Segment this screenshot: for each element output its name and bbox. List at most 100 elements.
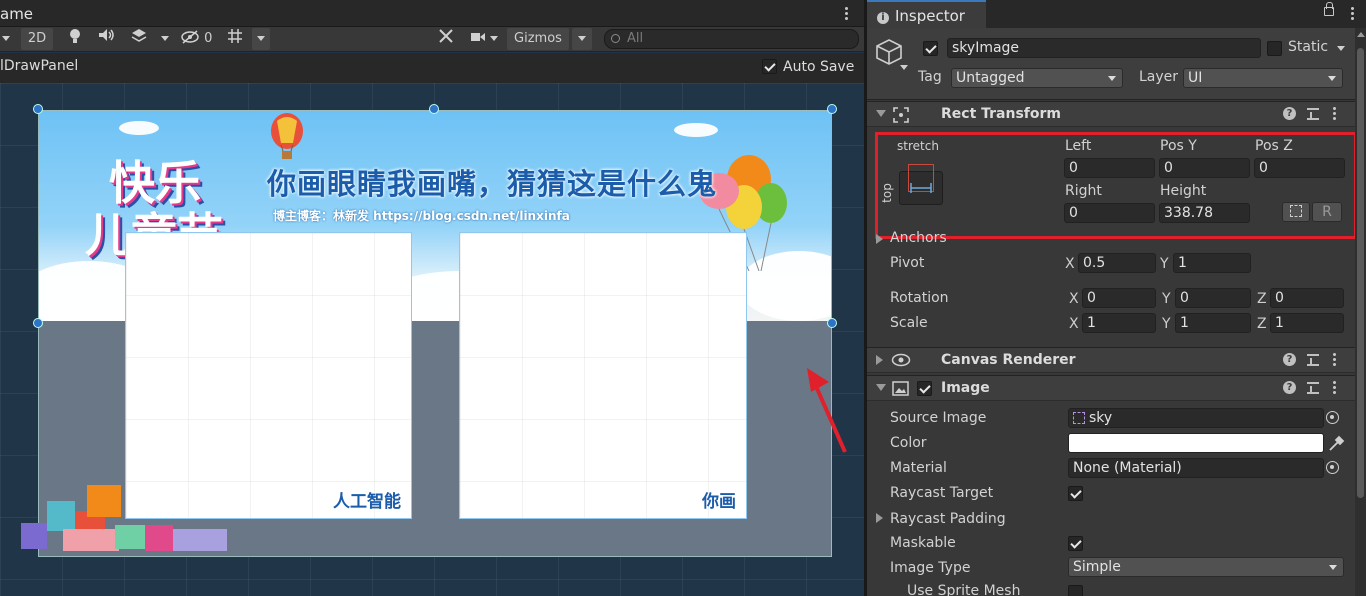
scene-visibility-toggle[interactable]: 0: [180, 28, 220, 50]
object-picker-icon[interactable]: [1326, 411, 1339, 424]
gameobject-cube-icon[interactable]: [875, 38, 903, 66]
anchor-handle[interactable]: [33, 104, 43, 114]
raycast-target-label: Raycast Target: [890, 485, 994, 501]
drawing-frame-right[interactable]: 你画: [459, 232, 747, 519]
anchors-foldout-icon[interactable]: [876, 234, 883, 244]
scrollbar-thumb[interactable]: [1357, 48, 1364, 498]
layer-dropdown[interactable]: UI: [1183, 68, 1343, 88]
scale-label: Scale: [890, 315, 928, 331]
effects-dropdown-caret-icon[interactable]: [156, 28, 174, 50]
canvas-image-preview[interactable]: 快乐 儿童节 你画眼睛我画嘴，猜猜这是什么鬼 博主博客：林新发 https://…: [21, 110, 832, 557]
rect-transform-icon: [893, 107, 909, 123]
scroll-up-icon[interactable]: [1357, 32, 1365, 37]
tools-icon[interactable]: [434, 28, 458, 50]
foldout-arrow-icon[interactable]: [876, 355, 883, 365]
grid-dropdown-caret-icon[interactable]: [252, 28, 270, 50]
foldout-arrow-icon[interactable]: [876, 384, 886, 391]
resize-handle[interactable]: [33, 318, 43, 328]
camera-icon: [470, 33, 485, 41]
scene-viewport[interactable]: 快乐 儿童节 你画眼睛我画嘴，猜猜这是什么鬼 博主博客：林新发 https://…: [0, 83, 864, 596]
gameobject-active-checkbox[interactable]: [923, 41, 938, 56]
gizmos-dropdown-caret-icon[interactable]: [572, 28, 592, 50]
pivot-handle[interactable]: [429, 104, 439, 114]
resize-handle[interactable]: [827, 318, 837, 328]
static-checkbox[interactable]: [1267, 41, 1282, 56]
canvas-renderer-header[interactable]: Canvas Renderer ?: [867, 347, 1355, 373]
component-menu-icon[interactable]: [1333, 353, 1337, 368]
camera-dropdown[interactable]: [466, 28, 502, 50]
lighting-toggle-icon[interactable]: [64, 28, 86, 50]
2d-toggle-button[interactable]: 2D: [21, 28, 53, 50]
gameobject-header: skyImage Static Tag Untagged Layer UI: [867, 28, 1355, 100]
inspector-scrollbar[interactable]: [1355, 28, 1366, 596]
scene-tab[interactable]: ame: [0, 5, 33, 23]
image-enabled-checkbox[interactable]: [917, 381, 932, 396]
cloud-shape: [674, 123, 718, 137]
pivot-x-input[interactable]: 0.5: [1078, 253, 1156, 273]
presets-icon[interactable]: [1307, 382, 1319, 394]
inspector-tab[interactable]: i Inspector: [867, 0, 986, 28]
rect-transform-header[interactable]: Rect Transform ?: [867, 101, 1355, 127]
tag-label: Tag: [918, 69, 942, 85]
rotation-z-input[interactable]: 0: [1270, 288, 1344, 308]
scale-y-input[interactable]: 1: [1175, 313, 1251, 333]
prefab-breadcrumb[interactable]: lDrawPanel: [0, 58, 78, 74]
static-dropdown-caret-icon[interactable]: [1337, 46, 1345, 51]
gizmos-button[interactable]: Gizmos: [507, 28, 569, 50]
source-image-value: sky: [1089, 410, 1113, 426]
object-picker-icon[interactable]: [1326, 461, 1339, 474]
presets-icon[interactable]: [1307, 108, 1319, 120]
audio-toggle-icon[interactable]: [95, 28, 119, 50]
rotation-y-input[interactable]: 0: [1175, 288, 1251, 308]
search-icon: [611, 34, 620, 43]
frame-left-caption: 人工智能: [333, 492, 401, 512]
grid-toggle-icon[interactable]: [224, 28, 246, 50]
help-icon[interactable]: ?: [1283, 381, 1296, 394]
image-component-header[interactable]: Image ?: [867, 375, 1355, 401]
anchor-handle[interactable]: [827, 104, 837, 114]
eyedropper-icon[interactable]: [1326, 434, 1346, 454]
scene-search-input[interactable]: All: [604, 29, 859, 49]
effects-toggle-icon[interactable]: [128, 28, 150, 50]
pivot-y-input[interactable]: 1: [1173, 253, 1251, 273]
tag-dropdown[interactable]: Untagged: [951, 68, 1123, 88]
drawing-frame-left[interactable]: 人工智能: [125, 232, 412, 519]
auto-save-label: Auto Save: [783, 59, 855, 75]
component-actions: ?: [1283, 107, 1347, 123]
canvas-renderer-title: Canvas Renderer: [941, 352, 1076, 368]
scale-x-input[interactable]: 1: [1082, 313, 1156, 333]
scale-z-input[interactable]: 1: [1270, 313, 1344, 333]
chevron-down-icon: [1329, 565, 1337, 570]
raycast-target-checkbox[interactable]: [1068, 486, 1083, 501]
component-menu-icon[interactable]: [1333, 107, 1337, 122]
raycast-padding-label[interactable]: Raycast Padding: [890, 511, 1006, 527]
image-type-dropdown[interactable]: Simple: [1068, 557, 1344, 577]
auto-save-toggle[interactable]: Auto Save: [762, 59, 854, 75]
anchors-label[interactable]: Anchors: [890, 230, 947, 246]
foldout-arrow-icon[interactable]: [876, 110, 886, 117]
scene-toolbar: 2D 0 Gizmos All: [0, 27, 864, 52]
auto-save-checkbox[interactable]: [762, 59, 777, 74]
image-component-icon: [892, 381, 909, 396]
help-icon[interactable]: ?: [1283, 353, 1296, 366]
presets-icon[interactable]: [1307, 354, 1319, 366]
material-field[interactable]: None (Material): [1068, 458, 1324, 478]
component-menu-icon[interactable]: [1333, 381, 1337, 396]
raycast-padding-foldout-icon[interactable]: [876, 513, 883, 523]
shading-dropdown-caret-icon[interactable]: [0, 28, 12, 50]
rotation-x-input[interactable]: 0: [1082, 288, 1156, 308]
use-sprite-mesh-checkbox[interactable]: [1068, 585, 1083, 596]
source-image-field[interactable]: sky: [1068, 408, 1324, 428]
gameobject-name-input[interactable]: skyImage: [947, 38, 1261, 58]
scene-view-pane: ame 2D 0 Gizmos All lDrawPanel Auto Save…: [0, 0, 864, 596]
help-icon[interactable]: ?: [1283, 107, 1296, 120]
maskable-checkbox[interactable]: [1068, 536, 1083, 551]
scene-more-icon[interactable]: [845, 7, 849, 22]
highlight-annotation-box: [875, 132, 1357, 239]
icon-picker-caret-icon[interactable]: [900, 65, 908, 70]
inspector-more-icon[interactable]: [1351, 7, 1355, 22]
lock-icon[interactable]: [1324, 2, 1334, 16]
source-image-label: Source Image: [890, 410, 987, 426]
layer-label: Layer: [1139, 69, 1179, 85]
color-swatch-field[interactable]: [1068, 433, 1324, 453]
